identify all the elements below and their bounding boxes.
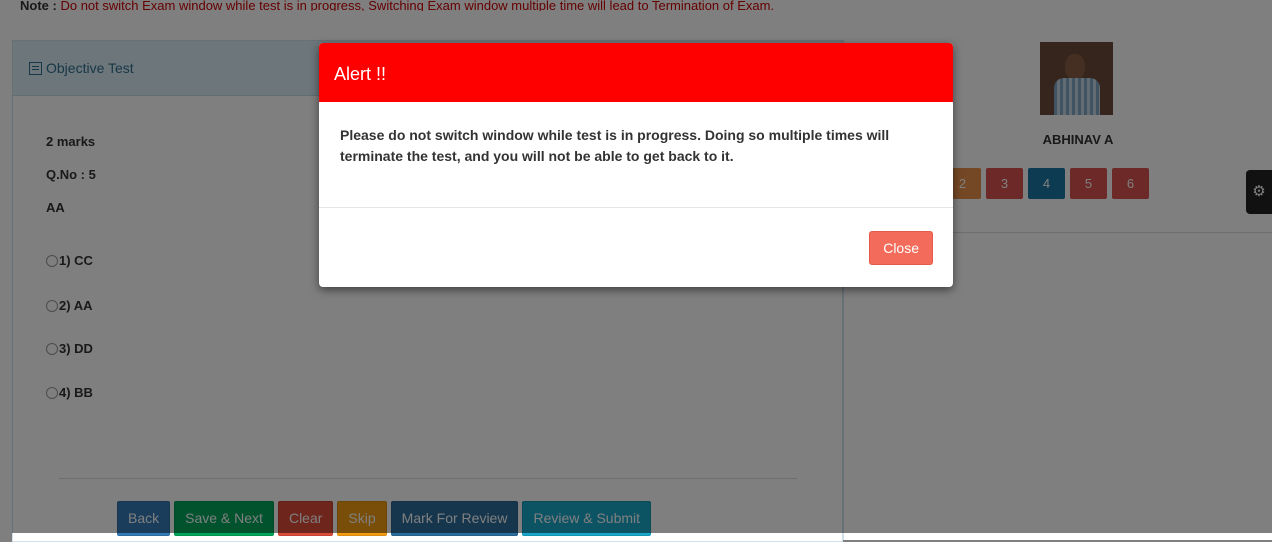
alert-modal: Alert !! Please do not switch window whi… (319, 43, 953, 287)
close-button[interactable]: Close (869, 231, 933, 265)
modal-message: Please do not switch window while test i… (319, 102, 953, 208)
modal-footer: Close (869, 231, 933, 265)
modal-title: Alert !! (319, 43, 953, 102)
